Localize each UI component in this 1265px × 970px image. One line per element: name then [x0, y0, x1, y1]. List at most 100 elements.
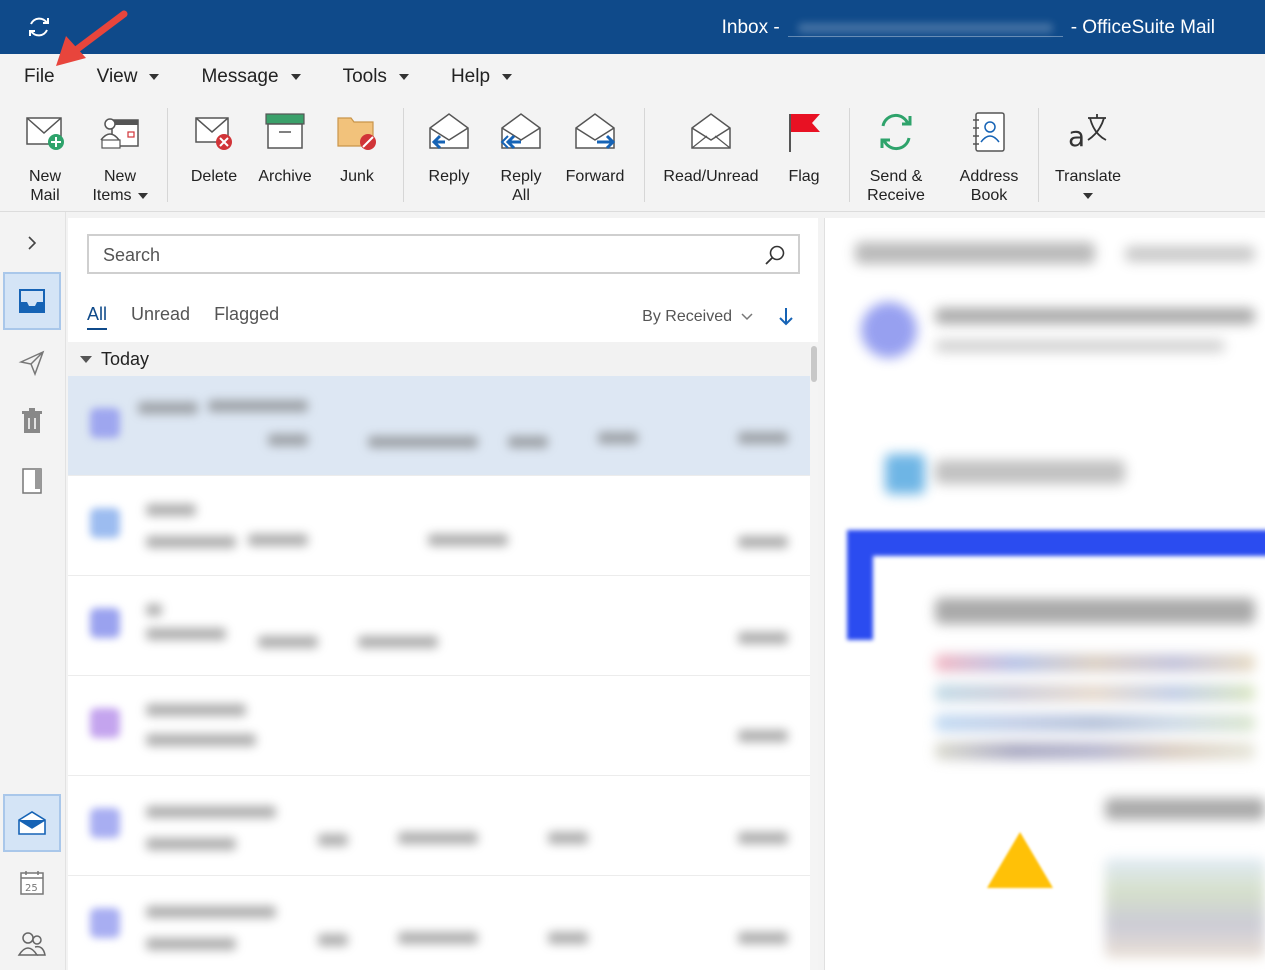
translate-icon: a — [1068, 114, 1107, 153]
translate-button[interactable]: a Translate — [1052, 110, 1124, 205]
menu-help-label: Help — [450, 66, 491, 87]
new-mail-label: New — [28, 168, 61, 185]
address-book-button[interactable]: Address Book — [955, 110, 1023, 205]
filter-flagged[interactable]: Flagged — [214, 304, 279, 330]
nav-people[interactable] — [3, 914, 61, 970]
list-item[interactable] — [68, 376, 810, 476]
ribbon-separator — [644, 108, 645, 202]
group-header-today[interactable]: Today — [68, 342, 818, 376]
menu-help[interactable]: Help — [450, 66, 513, 88]
mail-icon — [18, 811, 46, 835]
translate-label: Translate — [1054, 168, 1122, 185]
reply-icon — [429, 113, 469, 150]
reading-pane — [824, 218, 1265, 970]
menu-file[interactable]: File — [24, 66, 55, 88]
title-bar: Inbox - - OfficeSuite Mail — [0, 0, 1265, 54]
avatar — [90, 408, 120, 438]
nav-sent[interactable] — [3, 334, 61, 392]
nav-mail-module[interactable] — [3, 794, 61, 852]
annotation-arrow-icon — [56, 10, 128, 66]
search-input[interactable]: Search — [103, 245, 160, 266]
filter-all[interactable]: All — [87, 304, 108, 330]
archive-label: Archive — [258, 168, 312, 185]
flag-button[interactable]: Flag — [782, 110, 826, 186]
list-item[interactable] — [68, 676, 810, 776]
delete-label: Delete — [190, 168, 238, 185]
svg-text:25: 25 — [25, 883, 38, 894]
inbox-icon — [19, 289, 45, 313]
ribbon-toolbar: New Mail New Items Delete Archive Junk R… — [0, 100, 1265, 212]
send-receive-icon — [880, 113, 912, 151]
people-icon — [17, 932, 46, 956]
new-mail-button[interactable]: New Mail — [18, 110, 72, 205]
archive-button[interactable]: Archive — [256, 110, 314, 186]
reply-button[interactable]: Reply — [424, 110, 474, 186]
new-items-label: New — [103, 168, 136, 185]
message-list-pane: Search All Unread Flagged By Received To… — [68, 218, 818, 970]
search-icon[interactable] — [764, 244, 786, 266]
chevron-down-icon — [1083, 192, 1093, 199]
read-unread-label: Read/Unread — [663, 168, 759, 185]
new-mail-icon — [26, 117, 64, 150]
address-book-label: Address — [959, 168, 1019, 185]
menu-message[interactable]: Message — [201, 66, 301, 88]
new-mail-label-2: Mail — [30, 187, 60, 204]
menu-tools-label: Tools — [342, 66, 387, 87]
avatar — [90, 908, 120, 938]
title-inbox-label: Inbox - — [721, 17, 780, 38]
new-items-icon — [100, 118, 139, 149]
junk-label: Junk — [340, 168, 374, 185]
avatar — [90, 508, 120, 538]
forward-button[interactable]: Forward — [563, 110, 627, 186]
list-item[interactable] — [68, 576, 810, 676]
chevron-down-icon — [137, 192, 148, 199]
nav-deleted[interactable] — [3, 392, 61, 450]
expand-nav-button[interactable] — [3, 214, 61, 272]
nav-notes[interactable] — [3, 452, 61, 510]
junk-button[interactable]: Junk — [332, 110, 382, 186]
flag-icon — [789, 114, 820, 152]
archive-icon — [265, 113, 305, 149]
menu-file-label: File — [24, 66, 55, 87]
svg-text:a: a — [1068, 120, 1085, 153]
avatar — [90, 808, 120, 838]
sort-direction-arrow-icon[interactable] — [776, 306, 796, 328]
ribbon-separator — [1038, 108, 1039, 202]
list-item[interactable] — [68, 776, 810, 876]
delete-button[interactable]: Delete — [186, 110, 242, 186]
list-item[interactable] — [68, 876, 810, 970]
new-items-button[interactable]: New Items — [88, 110, 152, 205]
reply-all-button[interactable]: Reply All — [494, 110, 548, 205]
redacted-account — [787, 19, 1063, 37]
send-receive-button[interactable]: Send & Receive — [864, 110, 928, 205]
send-receive-label-2: Receive — [867, 187, 925, 204]
envelope-open-icon — [691, 113, 731, 149]
nav-inbox[interactable] — [3, 272, 61, 330]
sync-icon[interactable] — [26, 14, 52, 40]
sort-label: By Received — [642, 308, 732, 325]
search-box[interactable]: Search — [87, 234, 800, 274]
list-scrollbar[interactable] — [810, 342, 818, 970]
new-items-label-2: Items — [92, 187, 132, 204]
list-item[interactable] — [68, 476, 810, 576]
notebook-icon — [22, 468, 42, 494]
sort-control[interactable]: By Received — [642, 306, 796, 328]
menu-bar: File View Message Tools Help — [0, 54, 1265, 100]
filter-unread[interactable]: Unread — [131, 304, 190, 330]
junk-icon — [337, 117, 376, 150]
left-navigation: 25 — [0, 212, 66, 970]
calendar-icon: 25 — [20, 871, 44, 895]
forward-icon — [575, 113, 616, 150]
group-label: Today — [101, 348, 150, 369]
nav-calendar[interactable]: 25 — [3, 854, 61, 912]
trash-icon — [22, 408, 42, 433]
ribbon-separator — [849, 108, 850, 202]
avatar — [90, 708, 120, 738]
reply-label: Reply — [428, 168, 470, 185]
scrollbar-thumb[interactable] — [811, 346, 817, 382]
filter-tabs: All Unread Flagged — [87, 304, 279, 330]
menu-tools[interactable]: Tools — [343, 66, 409, 88]
delete-icon — [195, 117, 232, 150]
message-rows — [68, 376, 810, 970]
read-unread-button[interactable]: Read/Unread — [660, 110, 762, 186]
